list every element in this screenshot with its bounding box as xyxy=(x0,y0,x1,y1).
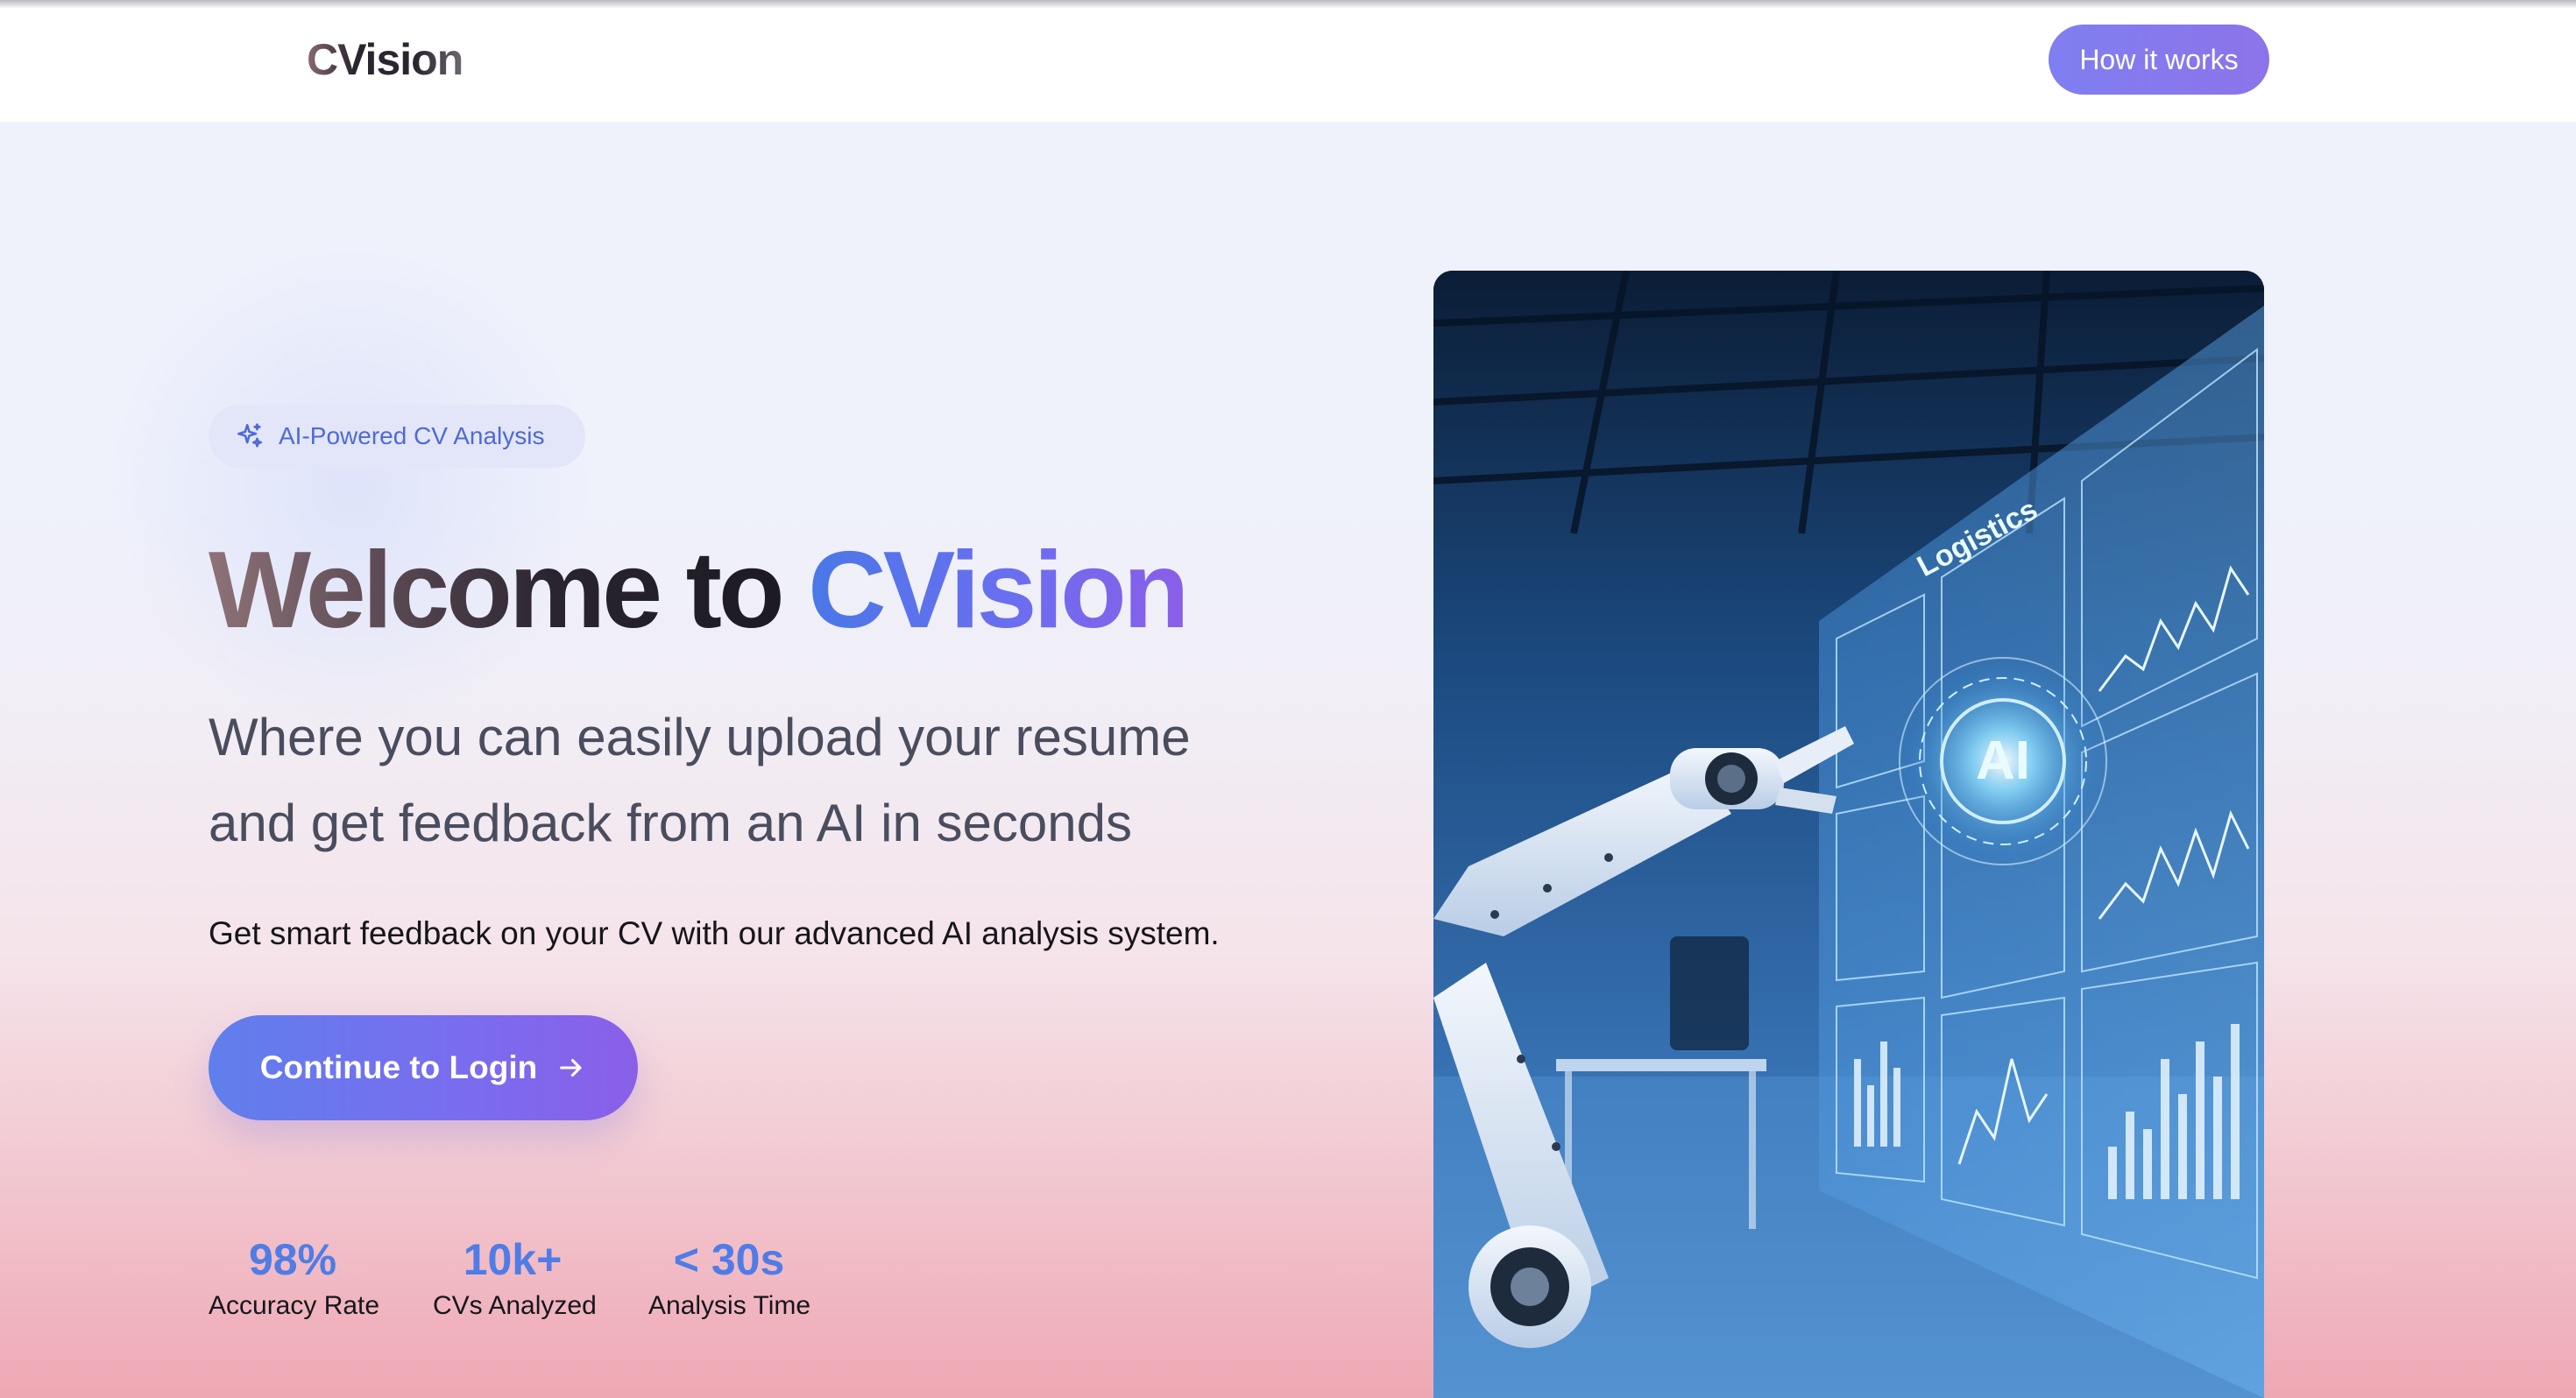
badge-label: AI-Powered CV Analysis xyxy=(279,422,545,449)
subtitle-line-1: Where you can easily upload your resume xyxy=(209,708,1191,766)
hero-description: Get smart feedback on your CV with our a… xyxy=(209,915,1220,951)
feature-badge: AI-Powered CV Analysis xyxy=(209,405,585,468)
hero-image-robot-ai: AI Logistics xyxy=(1433,271,2264,1398)
continue-to-login-button[interactable]: Continue to Login xyxy=(209,1015,638,1120)
screen-ai-label: AI xyxy=(1976,731,2030,791)
stat-label: Analysis Time xyxy=(648,1291,811,1320)
arrow-right-icon xyxy=(560,1058,582,1077)
stat-analysis-time: < 30s Analysis Time xyxy=(648,1233,810,1326)
stat-label: CVs Analyzed xyxy=(433,1291,597,1320)
stat-label: Accuracy Rate xyxy=(209,1291,380,1320)
title-welcome: Welcome to xyxy=(209,530,785,651)
logo[interactable]: CVision xyxy=(307,32,464,88)
hero-subtitle: Where you can easily upload your resume … xyxy=(209,695,1313,866)
stat-cvs-analyzed: 10k+ CVs Analyzed xyxy=(433,1233,597,1326)
stat-value: < 30s xyxy=(673,1235,785,1284)
stat-value: 98% xyxy=(248,1235,337,1284)
title-brand: CVision xyxy=(808,530,1189,651)
subtitle-line-2: and get feedback from an AI in seconds xyxy=(209,794,1133,852)
how-it-works-button[interactable]: How it works xyxy=(2049,25,2269,95)
top-navigation: CVision How it works xyxy=(0,0,2576,122)
login-button-label: Continue to Login xyxy=(259,1049,538,1085)
page-title: Welcome to CVision xyxy=(209,525,1189,656)
background-glow xyxy=(105,244,596,735)
window-top-shadow xyxy=(0,0,2576,9)
stat-accuracy: 98% Accuracy Rate xyxy=(209,1233,380,1326)
robot-arm-illustration: AI Logistics xyxy=(1433,271,2264,1398)
stat-value: 10k+ xyxy=(463,1235,563,1284)
hero-section: AI-Powered CV Analysis Welcome to CVisio… xyxy=(0,122,2576,1398)
sparkle-icon xyxy=(237,423,263,448)
